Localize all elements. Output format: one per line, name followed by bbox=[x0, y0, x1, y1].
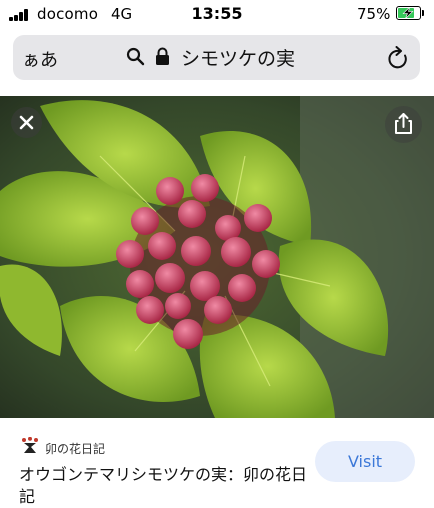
image-preview[interactable] bbox=[0, 96, 434, 418]
close-button[interactable] bbox=[11, 107, 42, 138]
close-icon bbox=[19, 115, 34, 130]
share-button[interactable] bbox=[385, 106, 422, 143]
lock-icon bbox=[156, 47, 169, 65]
result-title[interactable]: オウゴンテマリシモツケの実：卯の花日記 bbox=[19, 464, 309, 508]
battery-nub bbox=[422, 10, 424, 16]
battery-percent: 75% bbox=[357, 5, 391, 23]
address-bar[interactable]: ぁあ シモツケの実 bbox=[13, 35, 420, 80]
reload-icon[interactable] bbox=[387, 46, 410, 71]
text-size-button[interactable]: ぁあ bbox=[22, 46, 58, 72]
search-icon bbox=[126, 47, 145, 66]
flower-photo bbox=[0, 96, 434, 418]
battery-icon bbox=[396, 6, 421, 20]
source-name: 卯の花日記 bbox=[45, 442, 106, 456]
charging-bolt-icon bbox=[402, 7, 414, 19]
status-bar: docomo 4G 13:55 75% bbox=[0, 0, 434, 30]
visit-button[interactable]: Visit bbox=[315, 441, 415, 482]
share-icon bbox=[395, 113, 412, 134]
url-text: シモツケの実 bbox=[181, 48, 296, 70]
site-logo-icon bbox=[22, 437, 38, 453]
